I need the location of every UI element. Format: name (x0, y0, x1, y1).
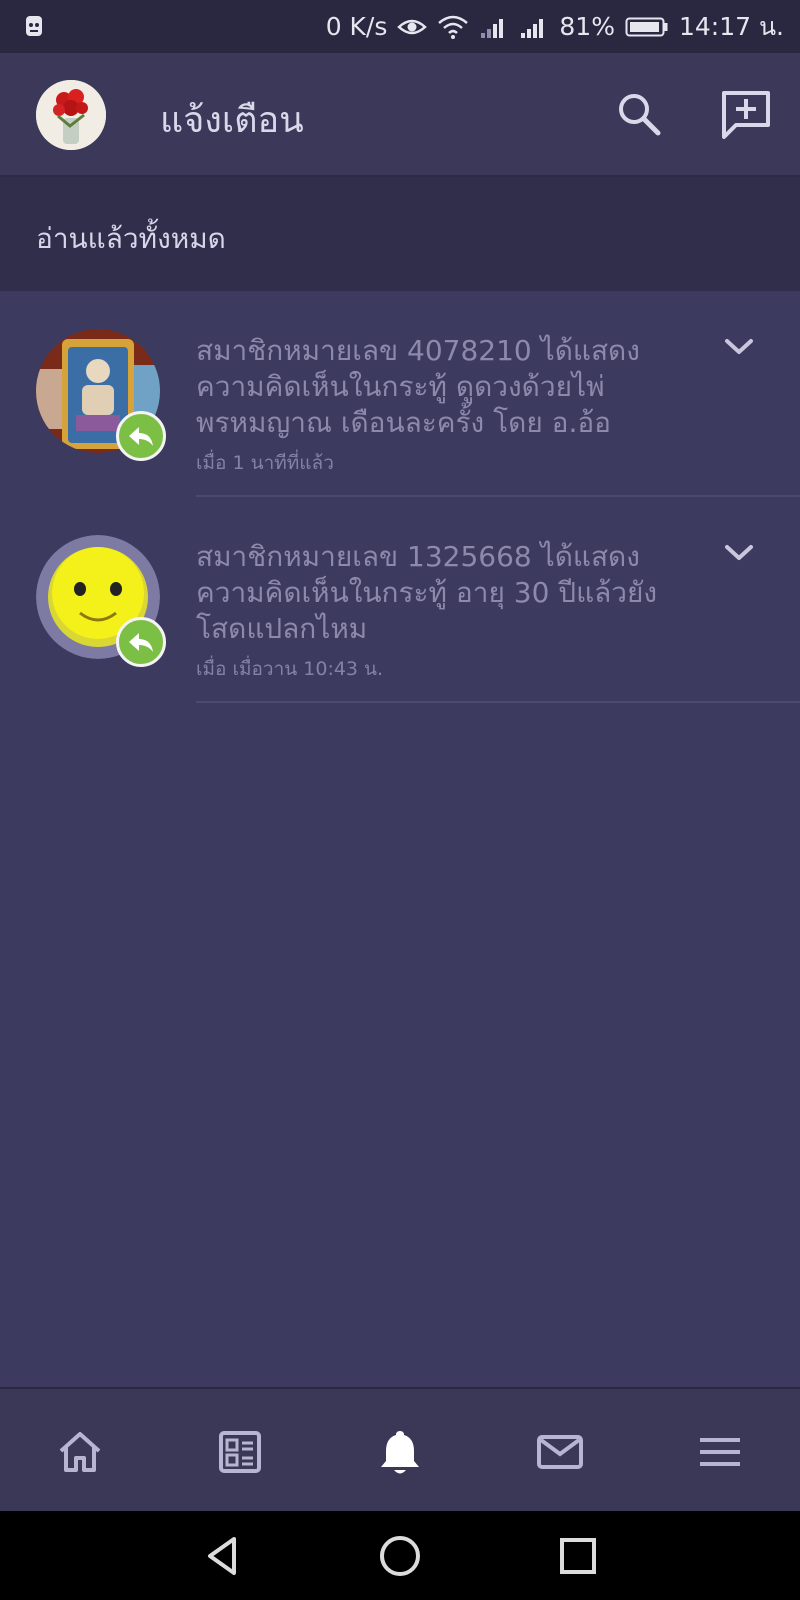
feed-icon[interactable] (215, 1427, 265, 1477)
notification-line: ความคิดเห็นในกระทู้ อายุ 30 ปีแล้วยัง (196, 576, 658, 609)
wifi-icon (438, 15, 469, 39)
recents-icon[interactable] (555, 1533, 601, 1579)
chevron-down-icon[interactable] (722, 335, 756, 359)
notification-line: โสดแปลกไหม (196, 612, 368, 645)
notification-text: สมาชิกหมายเลข 1325668 ได้แสดง ความคิดเห็… (196, 539, 676, 647)
app-bar: แจ้งเตือน (0, 53, 800, 177)
system-nav-bar (0, 1511, 800, 1600)
notification-time: เมื่อ 1 นาทีที่แล้ว (196, 452, 334, 474)
notification-line: ความคิดเห็นในกระทู้ ดูดวงด้วยไพ่ (196, 370, 605, 403)
notification-line: สมาชิกหมายเลข 1325668 ได้แสดง (196, 540, 640, 573)
mark-all-read-button[interactable]: อ่านแล้วทั้งหมด (36, 217, 226, 261)
search-icon[interactable] (614, 89, 664, 139)
bell-icon[interactable] (375, 1427, 425, 1477)
status-right: 0 K/s 81% 14:17 น. (326, 0, 784, 53)
chevron-down-icon[interactable] (722, 541, 756, 565)
eye-icon (397, 19, 428, 34)
menu-icon[interactable] (695, 1427, 745, 1477)
divider (196, 701, 800, 703)
reply-icon (129, 427, 153, 446)
notification-line: สมาชิกหมายเลข 4078210 ได้แสดง (196, 334, 640, 367)
profile-avatar[interactable] (36, 80, 106, 150)
bottom-nav (0, 1387, 800, 1511)
page-title: แจ้งเตือน (160, 100, 304, 141)
notification-list: สมาชิกหมายเลข 4078210 ได้แสดง ความคิดเห็… (0, 291, 800, 703)
signal-icon-2 (521, 18, 544, 38)
home-circle-icon[interactable] (377, 1533, 423, 1579)
clock: 14:17 น. (678, 11, 784, 41)
notification-text: สมาชิกหมายเลข 4078210 ได้แสดง ความคิดเห็… (196, 333, 676, 441)
battery-percent: 81% (559, 12, 615, 41)
status-bar: 0 K/s 81% 14:17 น. (0, 0, 800, 53)
notification-time: เมื่อ เมื่อวาน 10:43 น. (196, 658, 384, 680)
reply-badge (116, 617, 166, 667)
notification-item[interactable]: สมาชิกหมายเลข 1325668 ได้แสดง ความคิดเห็… (0, 497, 800, 703)
reply-badge (116, 411, 166, 461)
network-speed: 0 K/s (325, 12, 388, 41)
signal-icon-1 (481, 18, 504, 38)
mail-icon[interactable] (535, 1427, 585, 1477)
notification-line: พรหมญาณ เดือนละครั้ง โดย อ.อ้อ (196, 406, 611, 439)
notification-app-icon (26, 16, 42, 36)
notification-item[interactable]: สมาชิกหมายเลข 4078210 ได้แสดง ความคิดเห็… (0, 291, 800, 497)
compose-icon[interactable] (718, 87, 774, 143)
reply-icon (129, 633, 153, 652)
home-icon[interactable] (55, 1427, 105, 1477)
battery-icon (625, 17, 668, 36)
back-icon[interactable] (200, 1533, 246, 1579)
mark-all-bar: อ่านแล้วทั้งหมด (0, 177, 800, 291)
